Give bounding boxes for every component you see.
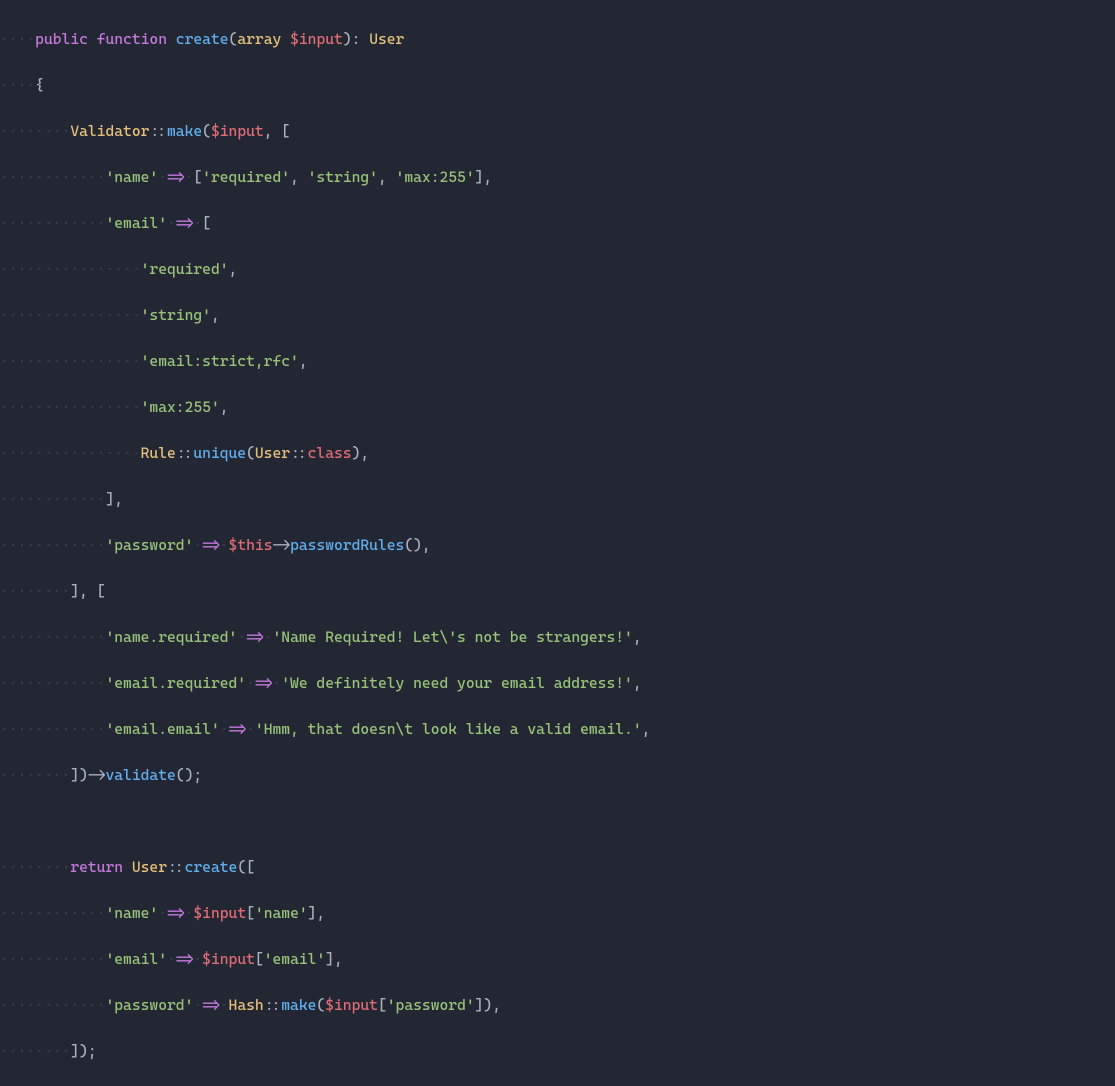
string-literal: 'password'	[105, 536, 193, 554]
indent-guide: ········	[0, 1042, 70, 1060]
string-literal: 'name'	[105, 904, 158, 922]
code-line: ················'email:strict,rfc',	[0, 350, 1115, 373]
indent-guide: ············	[0, 536, 105, 554]
method-passwordrules: passwordRules	[290, 536, 404, 554]
indent-guide: ················	[0, 444, 141, 462]
indent-guide: ················	[0, 260, 141, 278]
type-hash: Hash	[229, 996, 264, 1014]
method-make: make	[281, 996, 316, 1014]
code-editor[interactable]: ····public function create(array $input)…	[0, 0, 1115, 1086]
string-literal: 'email.required'	[105, 674, 246, 692]
indent-guide: ················	[0, 306, 141, 324]
string-literal: 'name'	[105, 168, 158, 186]
code-line: ········])->validate();	[0, 764, 1115, 787]
class-ref: class	[308, 444, 352, 462]
indent-guide: ············	[0, 490, 105, 508]
indent-guide: ········	[0, 858, 70, 876]
string-literal: 'email'	[105, 950, 167, 968]
indent-guide: ············	[0, 996, 105, 1014]
type-user: User	[369, 30, 404, 48]
string-literal: 'We definitely need your email address!'	[281, 674, 633, 692]
string-literal: 'Name Required! Let\'s not be strangers!…	[272, 628, 632, 646]
indent-guide: ············	[0, 720, 105, 738]
var-input: $input	[193, 904, 246, 922]
string-literal: 'password'	[105, 996, 193, 1014]
string-literal: 'required'	[202, 168, 290, 186]
code-line: ············'name'·=>·['required', 'stri…	[0, 166, 1115, 189]
string-literal: 'required'	[141, 260, 229, 278]
string-literal: 'name'	[255, 904, 308, 922]
code-line: ············'email.required'·=>·'We defi…	[0, 672, 1115, 695]
code-line: ················Rule::unique(User::class…	[0, 442, 1115, 465]
method-make: make	[167, 122, 202, 140]
indent-guide: ····	[0, 30, 35, 48]
code-line: ················'max:255',	[0, 396, 1115, 419]
code-line: ················'string',	[0, 304, 1115, 327]
keyword-public: public	[35, 30, 88, 48]
indent-guide: ····	[0, 76, 35, 94]
code-line: ············'name.required'·=>·'Name Req…	[0, 626, 1115, 649]
code-line: ················'required',	[0, 258, 1115, 281]
string-literal: 'string'	[308, 168, 378, 186]
type-user: User	[255, 444, 290, 462]
var-this: $this	[229, 536, 273, 554]
string-literal: 'Hmm, that doesn\t look like a valid ema…	[255, 720, 642, 738]
string-literal: 'email'	[105, 214, 167, 232]
indent-guide: ········	[0, 766, 70, 784]
code-line: ············'email.email'·=>·'Hmm, that …	[0, 718, 1115, 741]
code-line: ············],	[0, 488, 1115, 511]
code-line: ····{	[0, 74, 1115, 97]
indent-guide: ················	[0, 352, 141, 370]
string-literal: 'email'	[264, 950, 326, 968]
method-validate: validate	[105, 766, 175, 784]
indent-guide: ············	[0, 950, 105, 968]
keyword-function: function	[97, 30, 167, 48]
code-line: ············'password'·=>·$this->passwor…	[0, 534, 1115, 557]
indent-guide: ················	[0, 398, 141, 416]
var-input: $input	[325, 996, 378, 1014]
string-literal: 'name.required'	[105, 628, 237, 646]
code-line	[0, 810, 1115, 833]
var-input: $input	[290, 30, 343, 48]
indent-guide: ············	[0, 168, 105, 186]
code-line: ····public function create(array $input)…	[0, 28, 1115, 51]
type-array: array	[237, 30, 281, 48]
indent-guide: ············	[0, 628, 105, 646]
indent-guide: ········	[0, 122, 70, 140]
method-create: create	[176, 30, 229, 48]
code-line: ········]);	[0, 1040, 1115, 1063]
type-rule: Rule	[141, 444, 176, 462]
var-input: $input	[211, 122, 264, 140]
method-create: create	[185, 858, 238, 876]
indent-guide: ········	[0, 582, 70, 600]
code-line: ············'email'·=>·$input['email'],	[0, 948, 1115, 971]
code-line: ········return User::create([	[0, 856, 1115, 879]
code-line: ········Validator::make($input, [	[0, 120, 1115, 143]
string-literal: 'string'	[141, 306, 211, 324]
string-literal: 'max:255'	[141, 398, 220, 416]
string-literal: 'email.email'	[105, 720, 219, 738]
type-user: User	[132, 858, 167, 876]
method-unique: unique	[193, 444, 246, 462]
indent-guide: ············	[0, 214, 105, 232]
string-literal: 'email:strict,rfc'	[141, 352, 299, 370]
code-line: ············'name'·=>·$input['name'],	[0, 902, 1115, 925]
keyword-return: return	[70, 858, 123, 876]
indent-guide: ············	[0, 674, 105, 692]
code-line: ············'password'·=>·Hash::make($in…	[0, 994, 1115, 1017]
string-literal: 'max:255'	[396, 168, 475, 186]
code-line: ········], [	[0, 580, 1115, 603]
var-input: $input	[202, 950, 255, 968]
indent-guide: ············	[0, 904, 105, 922]
code-line: ············'email'·=>·[	[0, 212, 1115, 235]
string-literal: 'password'	[387, 996, 475, 1014]
type-validator: Validator	[70, 122, 149, 140]
